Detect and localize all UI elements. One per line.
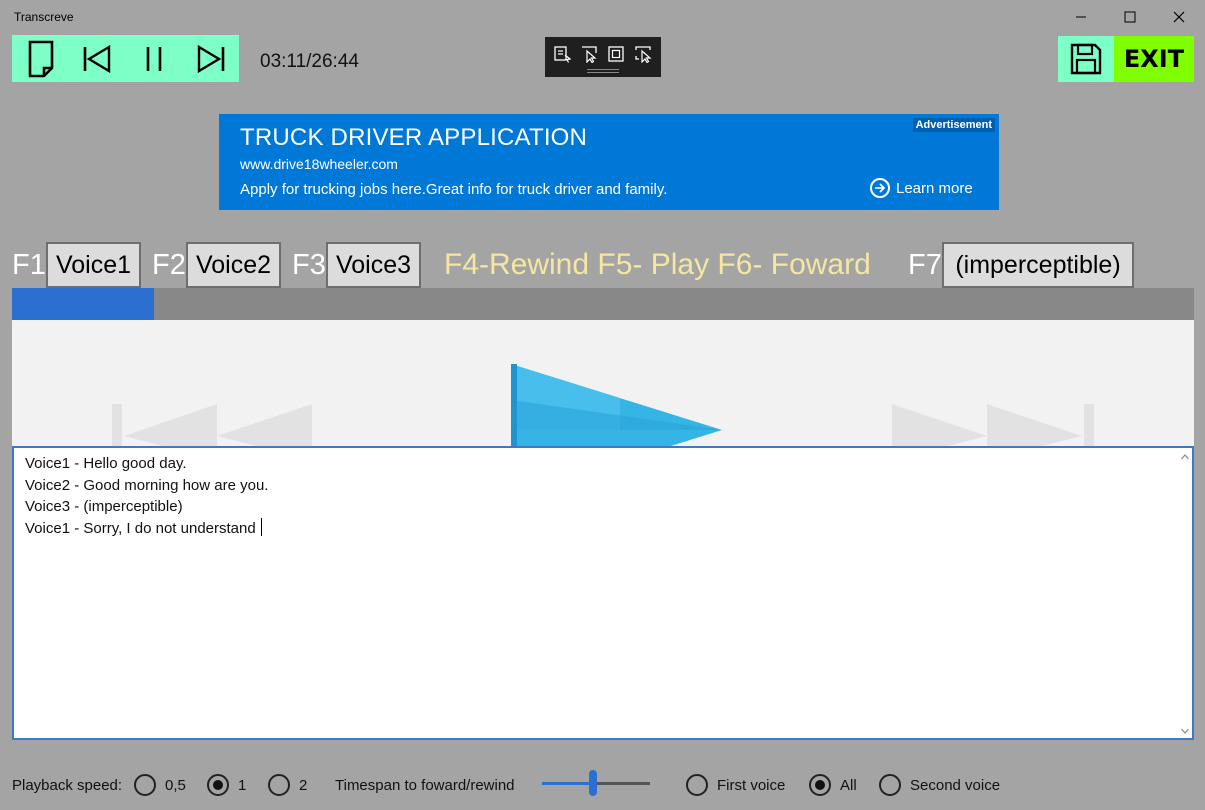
speed-option-label: 0,5: [165, 777, 186, 794]
transcript-text[interactable]: Voice1 - Hello good day. Voice2 - Good mo…: [25, 453, 268, 539]
screen-capture-icon: [635, 46, 652, 63]
scroll-down-icon: [1181, 728, 1189, 734]
time-display: 03:11/26:44: [260, 51, 359, 72]
shortcut-hint: F4-Rewind F5- Play F6- Foward: [444, 248, 871, 281]
transcript-line: Voice2 - Good morning how are you.: [25, 476, 269, 494]
transcript-line: Voice3 - (imperceptible): [25, 498, 183, 515]
second-voice-radio[interactable]: [879, 774, 901, 796]
next-button[interactable]: [186, 35, 236, 82]
voice-filter-label: Second voice: [910, 777, 1001, 794]
media-controls-overlay: [112, 364, 1094, 447]
palette-grip-line: [587, 72, 619, 73]
voice1-button[interactable]: Voice1: [46, 242, 141, 288]
previous-button[interactable]: [72, 35, 122, 82]
minimize-button[interactable]: [1058, 0, 1104, 34]
voice-filter-label: First voice: [717, 777, 786, 794]
open-file-button[interactable]: [16, 35, 66, 82]
playback-progress-bar[interactable]: [12, 288, 1194, 320]
speed-option-label: 2: [299, 777, 308, 794]
skip-back-icon: [83, 44, 111, 73]
rewind-overlay-icon: [112, 404, 312, 447]
pause-button[interactable]: [129, 35, 179, 82]
voice3-button[interactable]: Voice3: [326, 242, 421, 288]
pause-icon: [146, 46, 162, 71]
play-overlay-icon: [511, 364, 722, 447]
transcript-line-active: Voice1 - Sorry, I do not understand: [25, 517, 268, 540]
pointer-icon: [582, 46, 597, 63]
speed-radio-0-5[interactable]: [134, 774, 156, 796]
title-bar: Transcreve: [0, 0, 1205, 32]
f2-key-label: F2: [152, 249, 186, 281]
playback-speed-label: Playback speed:: [12, 777, 123, 794]
exit-button[interactable]: EXIT: [1114, 36, 1194, 82]
playback-progress-fill: [12, 288, 154, 320]
text-caret: [260, 517, 262, 536]
maximize-button[interactable]: [1107, 0, 1153, 34]
floppy-disk-icon: [1070, 43, 1102, 75]
scroll-up-icon: [1181, 454, 1189, 460]
ad-learn-more-link[interactable]: Learn more: [870, 178, 973, 198]
maximize-icon: [1124, 11, 1136, 23]
transcript-editor[interactable]: Voice1 - Hello good day. Voice2 - Good mo…: [12, 446, 1194, 740]
first-voice-radio[interactable]: [686, 774, 708, 796]
palette-grip[interactable]: [587, 69, 619, 70]
transcript-scrollbar[interactable]: [1178, 448, 1192, 738]
imperceptible-button[interactable]: (imperceptible): [942, 242, 1134, 288]
all-voices-radio[interactable]: [809, 774, 831, 796]
frame-icon: [608, 46, 624, 62]
video-area[interactable]: [12, 320, 1194, 447]
speed-radio-2[interactable]: [268, 774, 290, 796]
minimize-icon: [1076, 16, 1086, 18]
window-tool-button[interactable]: [606, 44, 626, 64]
player-controls: [12, 35, 239, 82]
ad-badge: Advertisement: [912, 118, 995, 132]
f3-key-label: F3: [292, 249, 326, 281]
f7-key-label: F7: [908, 249, 942, 281]
timespan-slider-fill: [542, 782, 593, 785]
speed-option-label: 1: [238, 777, 247, 794]
skip-forward-icon: [197, 44, 225, 73]
capture-tool-button[interactable]: [633, 44, 653, 64]
ad-description: Apply for trucking jobs here.Great info …: [240, 181, 668, 198]
timespan-slider-thumb[interactable]: [588, 770, 597, 796]
ad-learn-more-label: Learn more: [896, 179, 973, 197]
timespan-label: Timespan to foward/rewind: [335, 777, 515, 794]
close-button[interactable]: [1156, 0, 1202, 34]
select-list-icon: [554, 46, 571, 63]
forward-overlay-icon: [892, 404, 1094, 447]
f1-key-label: F1: [12, 249, 46, 281]
close-icon: [1173, 11, 1185, 23]
advertisement-banner[interactable]: TRUCK DRIVER APPLICATION www.drive18whee…: [219, 114, 999, 210]
voice-filter-label: All: [840, 777, 857, 794]
window-title: Transcreve: [14, 10, 74, 24]
pointer-tool-button[interactable]: [579, 44, 599, 64]
radio-selected-dot: [815, 780, 825, 790]
transcript-line: Voice1 - Hello good day.: [25, 455, 187, 472]
radio-selected-dot: [213, 780, 223, 790]
ad-title: TRUCK DRIVER APPLICATION: [240, 124, 588, 151]
speed-radio-1[interactable]: [207, 774, 229, 796]
document-icon: [28, 40, 54, 77]
voice2-button[interactable]: Voice2: [186, 242, 281, 288]
select-tool-button[interactable]: [552, 44, 572, 64]
save-button[interactable]: [1058, 36, 1114, 82]
tool-palette: [545, 37, 661, 77]
arrow-right-circle-icon: [870, 178, 890, 198]
transcript-line-current: Voice1 - Sorry, I do not understand: [25, 519, 256, 537]
ad-url: www.drive18wheeler.com: [240, 156, 398, 172]
